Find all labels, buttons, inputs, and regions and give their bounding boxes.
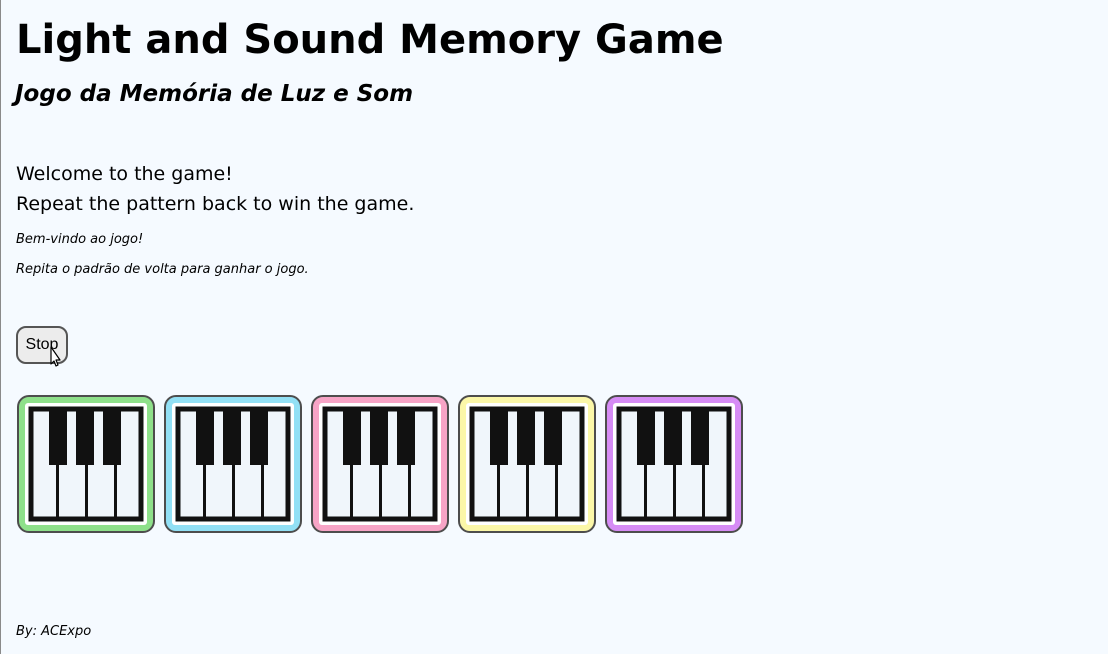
piano-keys-icon [466, 403, 588, 525]
instructions-line-pt: Repita o padrão de volta para ganhar o j… [16, 262, 309, 277]
welcome-line: Welcome to the game! [16, 163, 233, 185]
welcome-text: Welcome to the game! Repeat the pattern … [16, 159, 414, 219]
instructions-line: Repeat the pattern back to win the game. [16, 193, 415, 215]
piano-keys-icon [319, 403, 441, 525]
game-pad-1[interactable] [17, 395, 155, 533]
welcome-line-pt: Bem-vindo ao jogo! [16, 232, 144, 247]
page-title: Light and Sound Memory Game [16, 17, 724, 63]
game-pad-2[interactable] [164, 395, 302, 533]
piano-keys-icon [613, 403, 735, 525]
game-pad-5[interactable] [605, 395, 743, 533]
game-pad-3[interactable] [311, 395, 449, 533]
piano-keys-icon [25, 403, 147, 525]
game-pad-4[interactable] [458, 395, 596, 533]
piano-keys-icon [172, 403, 294, 525]
page-subtitle: Jogo da Memória de Luz e Som [15, 81, 414, 107]
welcome-text-pt: Bem-vindo ao jogo! Repita o padrão de vo… [16, 225, 309, 285]
author-credit: By: ACExpo [16, 624, 92, 639]
mouse-pointer-icon [50, 346, 61, 367]
